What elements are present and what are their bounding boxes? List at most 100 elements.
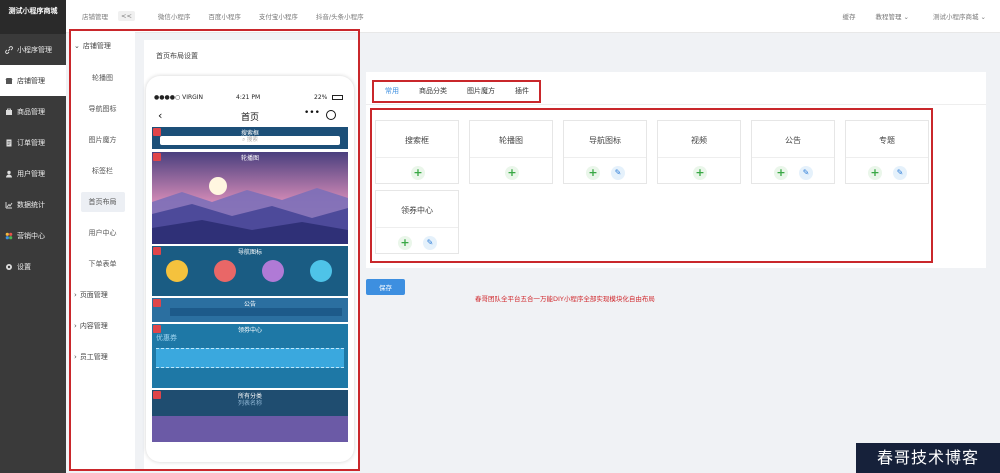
notice-bar	[170, 308, 342, 316]
add-icon[interactable]: +	[693, 166, 707, 180]
shop-label: 测试小程序商城	[932, 13, 979, 21]
add-icon[interactable]: +	[411, 166, 425, 180]
sidebar-item-marketing[interactable]: 营销中心	[0, 220, 66, 251]
tab-baidu[interactable]: 百度小程序	[208, 11, 241, 21]
add-icon[interactable]: +	[398, 236, 412, 250]
edit-icon[interactable]: ✎	[893, 166, 907, 180]
chevron-right-icon: ›	[74, 321, 77, 330]
subnav-item-home-layout[interactable]: 首页布局	[70, 186, 135, 217]
subnav-item-image-cube[interactable]: 图片魔方	[70, 124, 135, 155]
top-bar: 店铺管理 << 微信小程序 百度小程序 支付宝小程序 抖音/头条小程序 缓存 教…	[66, 0, 1000, 33]
block-coupon[interactable]: 领券中心 优惠券	[152, 324, 348, 388]
time-label: 4:21 PM	[236, 94, 261, 101]
sidebar-item-goods[interactable]: 商品管理	[0, 96, 66, 127]
shop-menu[interactable]: 测试小程序商城 ⌄	[933, 11, 986, 21]
subnav-group-label: 店铺管理	[82, 41, 111, 50]
tab-wechat[interactable]: 微信小程序	[158, 11, 191, 21]
block-banner[interactable]: 轮播图	[152, 152, 348, 244]
search-icon: ⌕	[242, 137, 246, 143]
collapse-button[interactable]: <<	[118, 11, 135, 21]
tutorial-menu[interactable]: 教程管理 ⌄	[875, 11, 909, 21]
nav-layers-icon	[166, 260, 188, 282]
block-notice[interactable]: 公告	[152, 298, 348, 322]
module-name: 专题	[879, 136, 895, 145]
record-icon[interactable]	[326, 110, 336, 120]
tab-goods-category[interactable]: 商品分类	[409, 84, 457, 101]
sidebar-item-label: 订单管理	[17, 138, 45, 147]
chevron-right-icon: ›	[74, 352, 77, 361]
add-icon[interactable]: +	[505, 166, 519, 180]
tab-common[interactable]: 常用	[375, 84, 409, 101]
save-button[interactable]: 保存	[366, 279, 405, 295]
block-label: 公告	[243, 301, 256, 308]
link-icon	[5, 45, 13, 54]
notice-text: 春哥团队全平台五合一万能DIY小程序全部实现模块化自由布局	[475, 295, 655, 303]
chevron-right-icon: ›	[74, 290, 77, 299]
tabs-divider	[366, 104, 986, 105]
module-card-topic: 专题 + ✎	[845, 120, 929, 184]
subnav-group-shop[interactable]: ⌄ 店铺管理	[70, 29, 135, 62]
subnav-item-label: 下单表单	[88, 259, 117, 268]
phone-preview: ●●●●○ VIRGIN 4:21 PM 22% ‹ 首页 ••• 搜索框 ⌕ …	[146, 76, 354, 462]
module-card-video: 视频 +	[657, 120, 741, 184]
breadcrumb: 店铺管理	[82, 13, 108, 21]
sidebar-item-label: 小程序管理	[17, 45, 52, 54]
block-label: 领券中心	[237, 327, 262, 334]
edit-icon[interactable]: ✎	[423, 236, 437, 250]
card-divider	[658, 157, 740, 158]
battery-label: 22%	[314, 94, 328, 101]
card-divider	[376, 157, 458, 158]
goods-icon	[5, 108, 13, 116]
sidebar-item-label: 用户管理	[17, 169, 45, 178]
tab-plugins[interactable]: 插件	[505, 84, 539, 101]
category-text: 列表名称	[237, 400, 262, 407]
subnav-item-user-center[interactable]: 用户中心	[70, 217, 135, 248]
add-icon[interactable]: +	[868, 166, 882, 180]
chevron-down-icon: ⌄	[903, 13, 909, 21]
module-name: 领券中心	[401, 206, 433, 215]
subnav-group-pages[interactable]: › 页面管理	[70, 279, 135, 310]
subnav-item-nav-icons[interactable]: 导航图标	[70, 93, 135, 124]
sidebar-item-users[interactable]: 用户管理	[0, 158, 66, 189]
add-icon[interactable]: +	[586, 166, 600, 180]
block-label: 轮播图	[240, 155, 259, 162]
sidebar-item-settings[interactable]: 设置	[0, 251, 66, 282]
subnav-item-label: 轮播图	[92, 73, 113, 82]
module-card-notice: 公告 + ✎	[751, 120, 835, 184]
tab-image-cube[interactable]: 图片魔方	[457, 84, 505, 101]
nav-doc-icon	[310, 260, 332, 282]
phone-nav-bar: ‹ 首页 •••	[146, 108, 354, 126]
module-name: 公告	[785, 136, 801, 145]
settings-icon	[5, 263, 13, 271]
chevron-down-icon: ⌄	[74, 41, 80, 50]
block-search[interactable]: 搜索框 ⌕ 搜索	[152, 127, 348, 149]
page-title: 首页布局设置	[156, 52, 198, 60]
sidebar-item-miniprogram[interactable]: 小程序管理	[0, 34, 66, 65]
card-divider	[846, 157, 928, 158]
subnav-item-tabbar[interactable]: 标签栏	[70, 155, 135, 186]
sidebar-item-orders[interactable]: 订单管理	[0, 127, 66, 158]
search-input[interactable]: ⌕ 搜索	[160, 136, 340, 145]
tab-douyin[interactable]: 抖音/头条小程序	[316, 11, 364, 21]
edit-icon[interactable]: ✎	[611, 166, 625, 180]
tab-alipay[interactable]: 支付宝小程序	[259, 11, 298, 21]
watermark: 春哥技术博客	[856, 443, 1000, 473]
module-name: 轮播图	[499, 136, 523, 145]
sidebar-item-stats[interactable]: 数据统计	[0, 189, 66, 220]
block-category[interactable]: 所有分类 列表名称	[152, 390, 348, 442]
order-icon	[5, 139, 13, 147]
edit-icon[interactable]: ✎	[799, 166, 813, 180]
add-icon[interactable]: +	[774, 166, 788, 180]
user-icon	[5, 170, 13, 178]
subnav-group-staff[interactable]: › 员工管理	[70, 341, 135, 372]
battery-icon	[332, 95, 343, 100]
block-nav[interactable]: 导航图标	[152, 246, 348, 296]
more-icon[interactable]: •••	[304, 108, 320, 118]
sidebar-item-shop[interactable]: 店铺管理	[0, 65, 66, 96]
card-divider	[376, 227, 458, 228]
cache-button[interactable]: 缓存	[842, 11, 855, 21]
category-image	[152, 416, 348, 442]
subnav-group-content[interactable]: › 内容管理	[70, 310, 135, 341]
subnav-item-banner[interactable]: 轮播图	[70, 62, 135, 93]
subnav-item-order-form[interactable]: 下单表单	[70, 248, 135, 279]
